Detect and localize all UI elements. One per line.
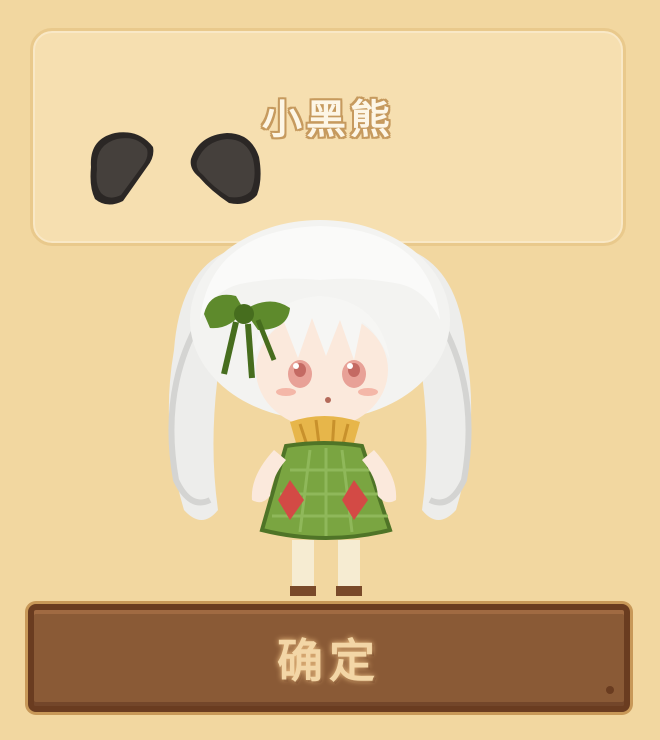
confirm-label: 确定 [277,634,381,688]
confirm-button[interactable]: 确定 [28,604,630,712]
character-sprite [168,220,472,596]
button-corner-decoration [606,686,614,694]
bear-ears-icon [90,132,261,205]
dialog-frame: 小黑熊 确定 [0,0,660,740]
